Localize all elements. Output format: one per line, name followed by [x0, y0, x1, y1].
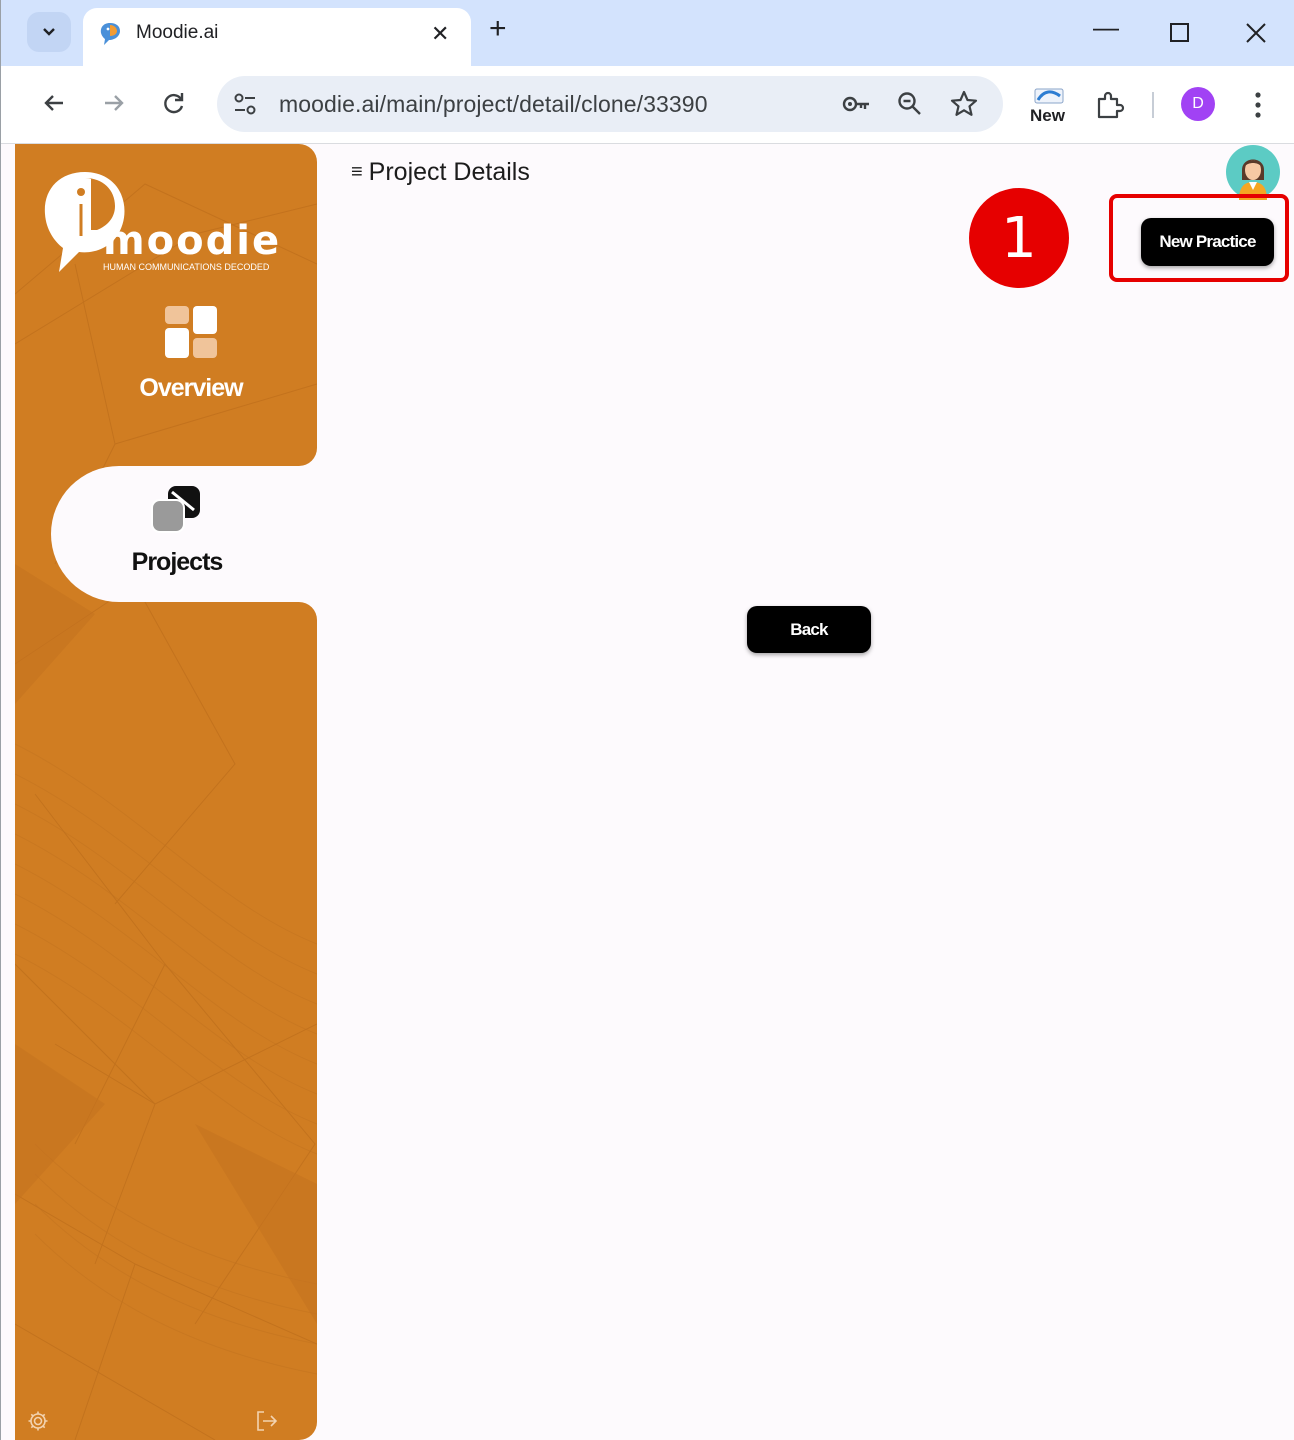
- dashboard-grid-icon: [165, 306, 217, 358]
- tab-strip: Moodie.ai ✕ + —: [1, 0, 1294, 66]
- bookmark-star-icon[interactable]: [949, 90, 979, 118]
- sidebar-item-label: Overview: [139, 374, 243, 402]
- tab-search-button[interactable]: [27, 12, 71, 52]
- minimize-icon[interactable]: —: [1093, 14, 1119, 40]
- projects-pill-notch-top: [267, 436, 317, 466]
- sidebar-item-label: Projects: [131, 548, 224, 576]
- toolbar-divider: [1152, 92, 1154, 118]
- extension-new-label: New: [1030, 106, 1065, 125]
- sidebar-item-projects[interactable]: Projects: [91, 484, 263, 577]
- new-tab-icon[interactable]: +: [489, 14, 507, 44]
- back-icon[interactable]: [39, 88, 69, 118]
- favicon-icon: [100, 23, 120, 45]
- page-content: moodie HUMAN COMMUNICATIONS DECODED Over…: [1, 144, 1294, 1440]
- logout-icon[interactable]: [255, 1410, 279, 1432]
- reload-icon[interactable]: [159, 88, 189, 118]
- browser-toolbar: moodie.ai/main/project/detail/clone/3339…: [1, 66, 1294, 144]
- moodie-logo: moodie HUMAN COMMUNICATIONS DECODED: [44, 172, 281, 272]
- projects-pill-notch-bottom: [267, 602, 317, 632]
- settings-gear-icon[interactable]: [27, 1410, 49, 1432]
- extension-new-button[interactable]: New: [1027, 88, 1071, 128]
- page-title: ≡ Project Details: [351, 158, 530, 187]
- password-key-icon[interactable]: [841, 90, 871, 118]
- kebab-menu-icon[interactable]: [1249, 90, 1267, 120]
- step-annotation-badge: 1: [969, 188, 1069, 288]
- browser-window: Moodie.ai ✕ + — moodie.ai/main/project/d…: [0, 0, 1294, 1440]
- close-window-icon[interactable]: [1245, 22, 1267, 44]
- forward-icon[interactable]: [99, 88, 129, 118]
- svg-text:moodie: moodie: [103, 218, 281, 264]
- user-avatar[interactable]: [1225, 144, 1281, 200]
- site-settings-icon[interactable]: [231, 91, 259, 117]
- svg-text:HUMAN COMMUNICATIONS DECODED: HUMAN COMMUNICATIONS DECODED: [103, 262, 270, 272]
- extensions-puzzle-icon[interactable]: [1095, 90, 1125, 120]
- url-text: moodie.ai/main/project/detail/clone/3339…: [279, 91, 708, 117]
- sidebar: moodie HUMAN COMMUNICATIONS DECODED Over…: [15, 144, 317, 1440]
- back-button[interactable]: Back: [747, 606, 871, 653]
- chevron-down-icon: [43, 28, 55, 36]
- new-practice-button[interactable]: New Practice: [1141, 218, 1274, 266]
- zoom-icon[interactable]: [895, 90, 925, 118]
- tab-active[interactable]: Moodie.ai ✕: [83, 8, 471, 66]
- hamburger-menu-icon[interactable]: ≡: [351, 161, 363, 184]
- sidebar-item-overview[interactable]: Overview: [105, 304, 277, 403]
- close-tab-icon[interactable]: ✕: [431, 21, 449, 47]
- profile-avatar[interactable]: D: [1181, 87, 1215, 121]
- maximize-icon[interactable]: [1169, 22, 1191, 44]
- tab-title: Moodie.ai: [136, 22, 219, 43]
- address-bar[interactable]: moodie.ai/main/project/detail/clone/3339…: [217, 76, 1003, 132]
- projects-stack-icon: [151, 486, 200, 533]
- page-title-text: Project Details: [368, 158, 530, 186]
- extension-image-icon: [1034, 88, 1064, 104]
